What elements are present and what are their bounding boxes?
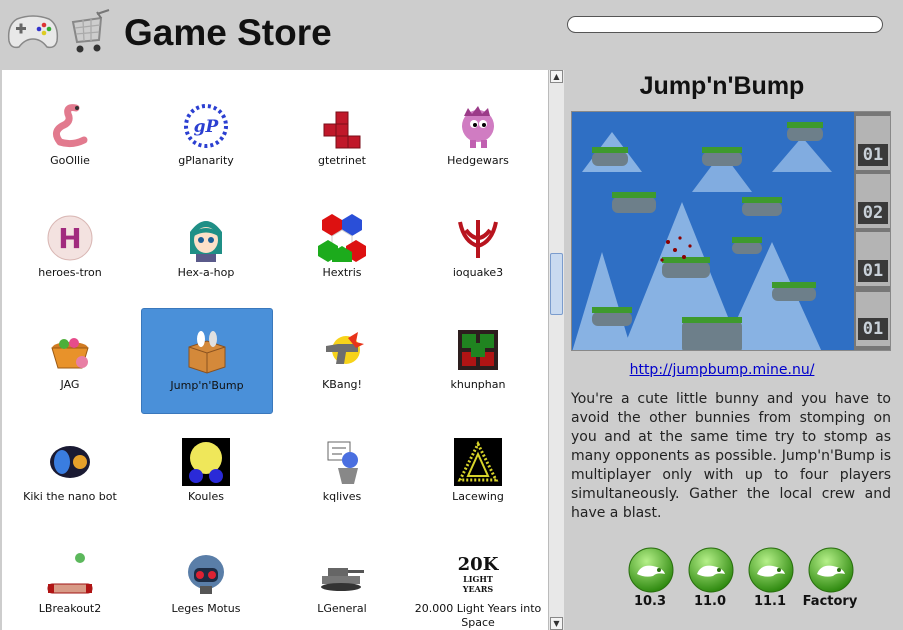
game-label: Hex-a-hop — [177, 266, 235, 279]
gecko-icon — [687, 546, 735, 594]
gecko-icon — [807, 546, 855, 594]
game-label: Koules — [188, 490, 224, 503]
game-label: Lacewing — [452, 490, 504, 503]
game-label: Hedgewars — [447, 154, 509, 167]
player-score: 02 — [858, 202, 888, 224]
scroll-down-button[interactable]: ▼ — [550, 617, 563, 630]
screenshot-image — [572, 112, 890, 350]
jag-basket-icon — [46, 326, 94, 374]
distro-version-button[interactable]: 10.3 — [621, 544, 679, 614]
game-label: LBreakout2 — [38, 602, 102, 615]
player-score: 01 — [858, 144, 888, 166]
game-tile[interactable]: Hextris — [277, 196, 407, 300]
game-grid: GoOllie gP gPlanarity gtetrinet Hedgewars Hhe… — [2, 70, 548, 630]
gecko-icon — [627, 546, 675, 594]
game-tile[interactable]: Kiki the nano bot — [5, 420, 135, 524]
game-tile[interactable]: LBreakout2 — [5, 532, 135, 630]
lacewing-icon — [454, 438, 502, 486]
hextris-icon — [318, 214, 366, 262]
anime-girl-icon — [182, 214, 230, 262]
vertical-scrollbar[interactable]: ▲ ▼ — [548, 70, 564, 630]
distro-version-label: Factory — [802, 594, 858, 609]
koules-icon — [182, 438, 230, 486]
game-tile[interactable]: Lacewing — [413, 420, 543, 524]
game-tile[interactable]: Leges Motus — [141, 532, 271, 630]
game-label: GoOllie — [50, 154, 90, 167]
kbang-gun-icon — [318, 326, 366, 374]
tetris-block-icon — [318, 102, 366, 150]
gplanarity-icon: gP — [182, 102, 230, 150]
20k-light-years-icon: 20K LIGHT YEARS — [454, 550, 502, 598]
game-label: LGeneral — [317, 602, 367, 615]
svg-text:H: H — [58, 222, 81, 255]
game-screenshot: 01 02 01 01 — [571, 111, 891, 351]
worm-icon — [46, 102, 94, 150]
tank-icon — [318, 550, 366, 598]
game-tile[interactable]: gP gPlanarity — [141, 84, 271, 188]
game-label: khunphan — [450, 378, 506, 391]
game-tile[interactable]: khunphan — [413, 308, 543, 412]
detail-panel: Jump'n'Bump 01 02 01 01 http://jumpbump.… — [563, 70, 903, 630]
distro-version-label: 11.0 — [693, 594, 727, 609]
gamepad-icon — [7, 15, 59, 49]
game-description: You're a cute little bunny and you have … — [571, 391, 891, 521]
game-tile[interactable]: Hheroes-tron — [5, 196, 135, 300]
game-label: Kiki the nano bot — [23, 490, 117, 503]
game-label: gPlanarity — [178, 154, 234, 167]
game-label: KBang! — [322, 378, 362, 391]
game-label: Jump'n'Bump — [170, 379, 244, 392]
game-tile[interactable]: Hedgewars — [413, 84, 543, 188]
scroll-up-button[interactable]: ▲ — [550, 70, 563, 83]
game-tile[interactable]: ioquake3 — [413, 196, 543, 300]
game-label: Hextris — [322, 266, 362, 279]
search-input[interactable] — [567, 16, 883, 33]
game-label: JAG — [60, 378, 80, 391]
player-score: 01 — [858, 260, 888, 282]
svg-text:LIGHT: LIGHT — [463, 574, 493, 584]
game-tile[interactable]: Koules — [141, 420, 271, 524]
kqlives-icon — [318, 438, 366, 486]
header: Game Store — [0, 0, 903, 70]
distro-versions: 10.3 11.0 11.1 Factory — [621, 544, 861, 614]
game-label: 20.000 Light Years into Space — [414, 602, 542, 629]
svg-text:YEARS: YEARS — [462, 584, 494, 594]
game-tile[interactable]: Hex-a-hop — [141, 196, 271, 300]
game-tile[interactable]: gtetrinet — [277, 84, 407, 188]
quake-icon — [454, 214, 502, 262]
kiki-icon — [46, 438, 94, 486]
distro-version-button[interactable]: 11.1 — [741, 544, 799, 614]
distro-version-button[interactable]: Factory — [801, 544, 859, 614]
game-label: kqlives — [322, 490, 362, 503]
game-label: heroes-tron — [38, 266, 102, 279]
game-tile[interactable]: LGeneral — [277, 532, 407, 630]
svg-text:gP: gP — [194, 117, 220, 137]
app-title: Game Store — [124, 12, 332, 53]
helmet-icon — [182, 550, 230, 598]
svg-text:20K: 20K — [458, 554, 500, 575]
game-tile[interactable]: GoOllie — [5, 84, 135, 188]
game-website-link[interactable]: http://jumpbump.mine.nu/ — [563, 362, 881, 378]
scroll-thumb[interactable] — [550, 253, 563, 315]
game-tile[interactable]: KBang! — [277, 308, 407, 412]
game-label: ioquake3 — [452, 266, 504, 279]
khunphan-icon — [454, 326, 502, 374]
game-tile[interactable]: Jump'n'Bump — [141, 308, 273, 414]
distro-version-button[interactable]: 11.0 — [681, 544, 739, 614]
player-score: 01 — [858, 318, 888, 340]
game-tile[interactable]: kqlives — [277, 420, 407, 524]
distro-version-label: 10.3 — [633, 594, 667, 609]
game-title: Jump'n'Bump — [639, 72, 805, 100]
shopping-cart-icon — [71, 9, 110, 53]
game-label: Leges Motus — [171, 602, 241, 615]
heroes-tron-icon: H — [46, 214, 94, 262]
jumpnbump-box-icon — [183, 327, 231, 375]
gecko-icon — [747, 546, 795, 594]
game-label: gtetrinet — [317, 154, 366, 167]
lbreakout-icon — [46, 550, 94, 598]
hedgehog-icon — [454, 102, 502, 150]
game-tile[interactable]: 20K LIGHT YEARS 20.000 Light Years into Spa… — [413, 532, 543, 630]
game-tile[interactable]: JAG — [5, 308, 135, 412]
distro-version-label: 11.1 — [753, 594, 787, 609]
